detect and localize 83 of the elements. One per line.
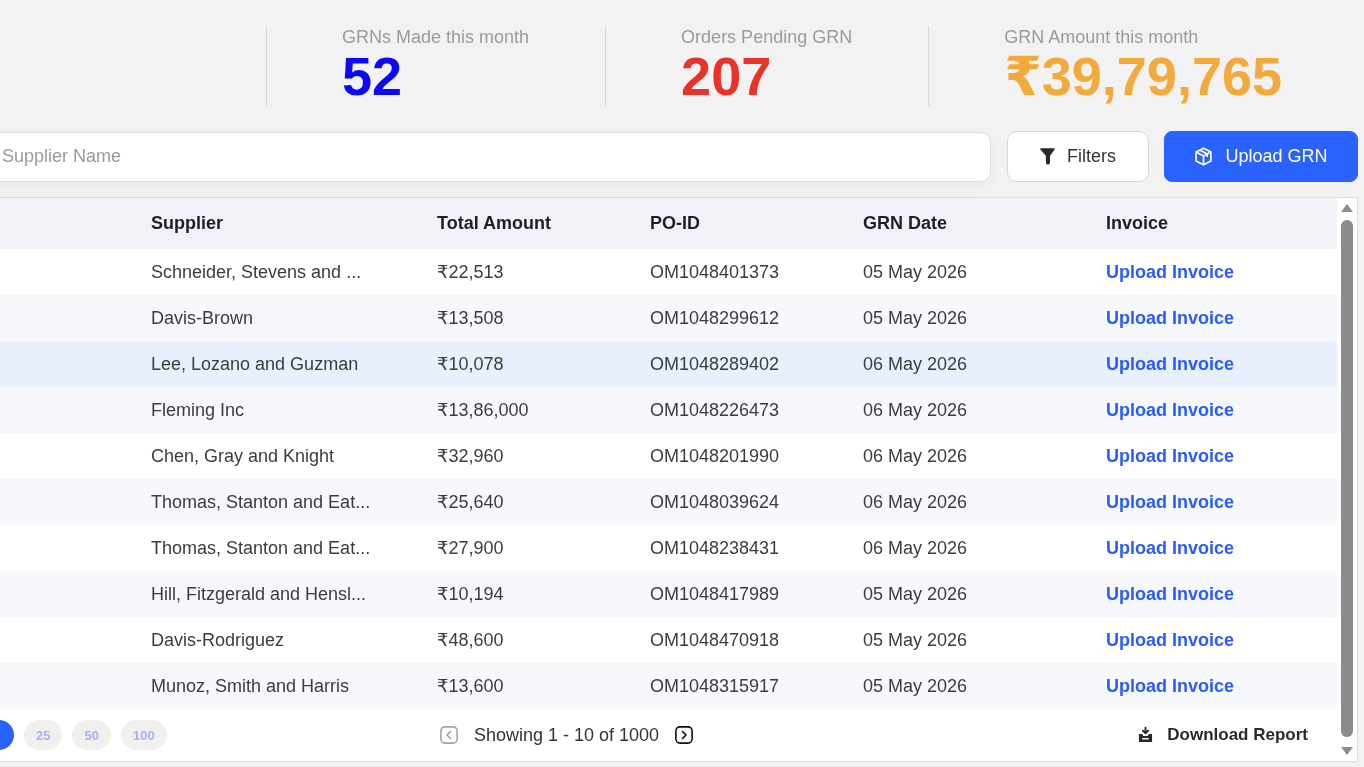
upload-invoice-link[interactable]: Upload Invoice (1106, 445, 1235, 466)
table-cell: OM1048039624 (650, 491, 780, 512)
table-cell: Davis-Rodriguez (151, 629, 285, 650)
table-cell: 06 May 2026 (863, 399, 968, 420)
table-cell: Hill, Fitzgerald and Hensl... (151, 583, 367, 604)
table-cell: 05 May 2026 (863, 675, 968, 696)
table-cell: ₹48,600 (437, 630, 504, 650)
table-cell: Lee, Lozano and Guzman (151, 353, 359, 374)
table-cell: ₹32,960 (437, 446, 504, 466)
table-row[interactable]: Fleming Inc ₹13,86,000 OM1048226473 06 May 2026 Upload Invoice (0, 387, 1337, 433)
table-cell: 06 May 2026 (863, 353, 968, 374)
table-cell: ₹25,640 (437, 492, 504, 512)
column-header: GRN Date (863, 213, 947, 233)
stat-label: GRN Amount this month (1004, 27, 1199, 47)
table-cell: OM1048401373 (650, 261, 780, 282)
table-cell: ₹10,194 (437, 584, 504, 604)
upload-invoice-link[interactable]: Upload Invoice (1106, 537, 1235, 558)
table-row[interactable]: Thomas, Stanton and Eat... ₹27,900 OM1048238431 06 May 2026 Upload Invoice (0, 525, 1337, 571)
table-cell: OM1048470918 (650, 629, 780, 650)
table-cell: OM1048238431 (650, 537, 780, 558)
table-cell: ₹10,078 (437, 354, 504, 374)
upload-invoice-link[interactable]: Upload Invoice (1106, 261, 1235, 282)
table-cell: ₹22,513 (437, 262, 504, 282)
table-cell: 05 May 2026 (863, 261, 968, 282)
table-cell: OM1048289402 (650, 353, 780, 374)
table-cell: OM1048315917 (650, 675, 780, 696)
column-header: Total Amount (437, 213, 551, 233)
table-cell: Thomas, Stanton and Eat... (151, 491, 371, 512)
upload-invoice-link[interactable]: Upload Invoice (1106, 307, 1235, 328)
table-cell: OM1048201990 (650, 445, 780, 466)
table-cell: ₹13,600 (437, 676, 504, 696)
table-cell: 05 May 2026 (863, 629, 968, 650)
funnel-icon (1040, 148, 1055, 165)
upload-invoice-link[interactable]: Upload Invoice (1106, 675, 1235, 696)
table-cell: 05 May 2026 (863, 307, 968, 328)
search-field[interactable]: Supplier Name (0, 131, 991, 182)
table-cell: OM1048226473 (650, 399, 780, 420)
table-row[interactable]: Thomas, Stanton and Eat... ₹25,640 OM1048039624 06 May 2026 Upload Invoice (0, 479, 1337, 525)
pagination-text: Showing 1 - 10 of 1000 (474, 724, 660, 746)
upload-invoice-link[interactable]: Upload Invoice (1106, 491, 1235, 512)
table-row[interactable]: Davis-Rodriguez ₹48,600 OM1048470918 05 May 2026 Upload Invoice (0, 617, 1337, 663)
filters-button[interactable]: Filters (1007, 131, 1149, 182)
table-cell: 06 May 2026 (863, 445, 968, 466)
chevron-right-icon[interactable] (675, 726, 694, 744)
triangle-down-icon[interactable] (1341, 747, 1353, 755)
table-cell: Munoz, Smith and Harris (151, 675, 350, 696)
upload-invoice-link[interactable]: Upload Invoice (1106, 629, 1235, 650)
scrollbar-thumb[interactable] (1341, 220, 1353, 737)
stat-value: 207 (681, 47, 772, 105)
table-row[interactable]: Hill, Fitzgerald and Hensl... ₹10,194 OM1048417989 05 May 2026 Upload Invoice (0, 571, 1337, 617)
table-cell: OM1048299612 (650, 307, 780, 328)
triangle-up-icon[interactable] (1341, 204, 1353, 212)
box-icon (1194, 147, 1214, 166)
column-header: Supplier (151, 213, 223, 233)
table-row[interactable]: Schneider, Stevens and ... ₹22,513 OM1048401373 05 May 2026 Upload Invoice (0, 249, 1337, 295)
table-cell: 05 May 2026 (863, 583, 968, 604)
upload-invoice-link[interactable]: Upload Invoice (1106, 583, 1235, 604)
table-cell: Schneider, Stevens and ... (151, 261, 362, 282)
column-header: Invoice (1106, 213, 1169, 233)
table-cell: ₹27,900 (437, 538, 504, 558)
table-cell: Fleming Inc (151, 399, 245, 420)
table-cell: Chen, Gray and Knight (151, 445, 335, 466)
upload-invoice-link[interactable]: Upload Invoice (1106, 399, 1235, 420)
table-cell: 06 May 2026 (863, 537, 968, 558)
table-cell: 06 May 2026 (863, 491, 968, 512)
table-row[interactable]: Munoz, Smith and Harris ₹13,600 OM1048315917 05 May 2026 Upload Invoice (0, 663, 1337, 709)
table-cell: Thomas, Stanton and Eat... (151, 537, 371, 558)
table-row[interactable]: Lee, Lozano and Guzman ₹10,078 OM1048289402 06 May 2026 Upload Invoice (0, 341, 1337, 387)
column-header: PO-ID (650, 213, 700, 233)
table-cell: OM1048417989 (650, 583, 780, 604)
stat-value: ₹39,79,765 (1004, 47, 1282, 105)
table-row[interactable]: Chen, Gray and Knight ₹32,960 OM1048201990 06 May 2026 Upload Invoice (0, 433, 1337, 479)
download-report-button[interactable]: Download Report (1138, 725, 1308, 745)
upload-button[interactable]: Upload GRN (1164, 131, 1358, 182)
stat-label: Orders Pending GRN (681, 27, 853, 47)
upload-invoice-link[interactable]: Upload Invoice (1106, 353, 1235, 374)
stat-value: 52 (342, 47, 403, 105)
stat-label: GRNs Made this month (342, 27, 530, 47)
table-cell: ₹13,508 (437, 308, 504, 328)
table-cell: ₹13,86,000 (437, 400, 529, 420)
table-row[interactable]: Davis-Brown ₹13,508 OM1048299612 05 May 2026 Upload Invoice (0, 295, 1337, 341)
tray-arrow-icon (1138, 727, 1154, 743)
table-cell: Davis-Brown (151, 307, 254, 328)
